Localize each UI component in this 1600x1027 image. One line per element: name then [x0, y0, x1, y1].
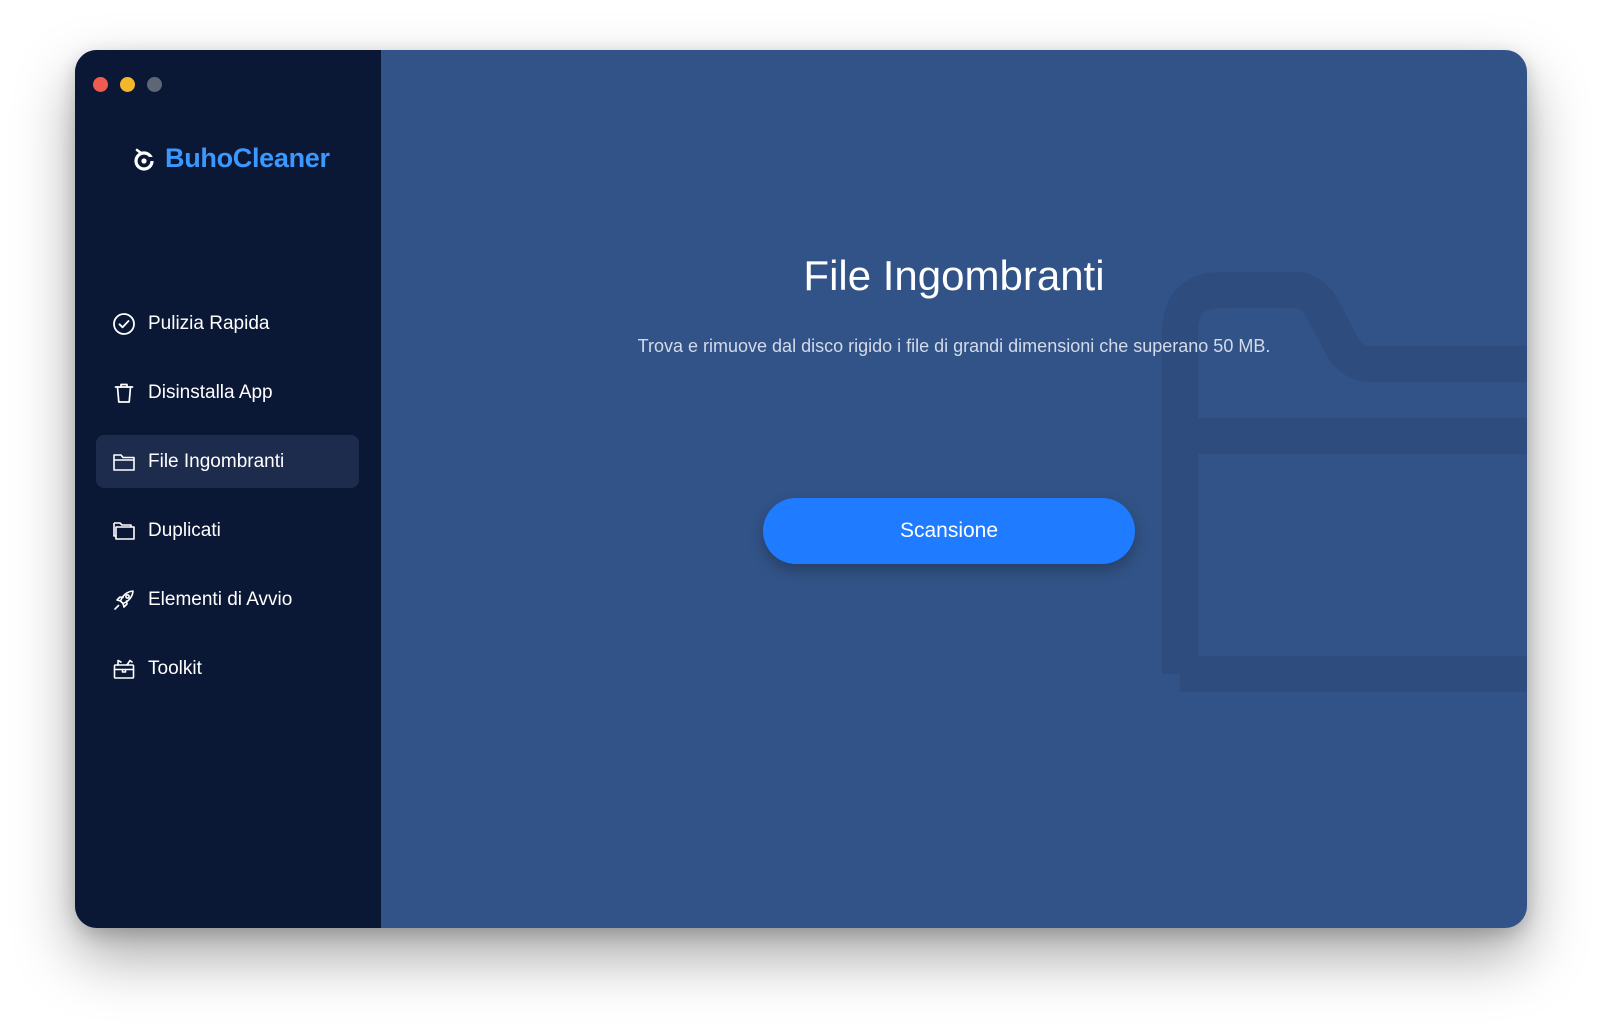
minimize-window-button[interactable]: [120, 77, 135, 92]
page-description: Trova e rimuove dal disco rigido i file …: [637, 336, 1271, 356]
duplicate-folder-icon: [111, 518, 137, 544]
folder-icon: [1162, 272, 1527, 692]
toolkit-icon: [111, 656, 137, 682]
sidebar-item-pulizia-rapida[interactable]: Pulizia Rapida: [96, 297, 359, 350]
trash-icon: [111, 380, 137, 406]
main-panel: File Ingombranti Trova e rimuove dal dis…: [381, 50, 1527, 928]
close-window-button[interactable]: [93, 77, 108, 92]
sidebar-item-label: Duplicati: [148, 519, 221, 541]
sidebar-item-label: Pulizia Rapida: [148, 312, 270, 334]
folder-icon: [111, 449, 137, 475]
sidebar-item-file-ingombranti[interactable]: File Ingombranti: [96, 435, 359, 488]
sidebar-item-disinstalla-app[interactable]: Disinstalla App: [96, 366, 359, 419]
app-name: BuhoCleaner: [165, 143, 330, 173]
sidebar-item-label: Disinstalla App: [148, 381, 273, 403]
window-controls: [93, 77, 162, 92]
check-circle-icon: [111, 311, 137, 337]
owl-logo-icon: [134, 148, 155, 171]
app-window: BuhoCleaner Pulizia Rapida Disinstalla A…: [75, 50, 1527, 928]
sidebar-item-label: Toolkit: [148, 657, 202, 679]
sidebar-item-elementi-di-avvio[interactable]: Elementi di Avvio: [96, 573, 359, 626]
maximize-window-button[interactable]: [147, 77, 162, 92]
scan-button[interactable]: Scansione: [763, 498, 1135, 564]
page-title: File Ingombranti: [803, 252, 1105, 299]
sidebar-item-toolkit[interactable]: Toolkit: [96, 642, 359, 695]
rocket-icon: [111, 587, 137, 613]
sidebar-item-label: File Ingombranti: [148, 450, 285, 472]
sidebar-item-duplicati[interactable]: Duplicati: [96, 504, 359, 557]
sidebar-nav: Pulizia Rapida Disinstalla App File Ingo…: [96, 297, 359, 711]
brand: BuhoCleaner: [131, 143, 330, 174]
sidebar: BuhoCleaner Pulizia Rapida Disinstalla A…: [75, 50, 381, 928]
sidebar-item-label: Elementi di Avvio: [148, 588, 293, 610]
